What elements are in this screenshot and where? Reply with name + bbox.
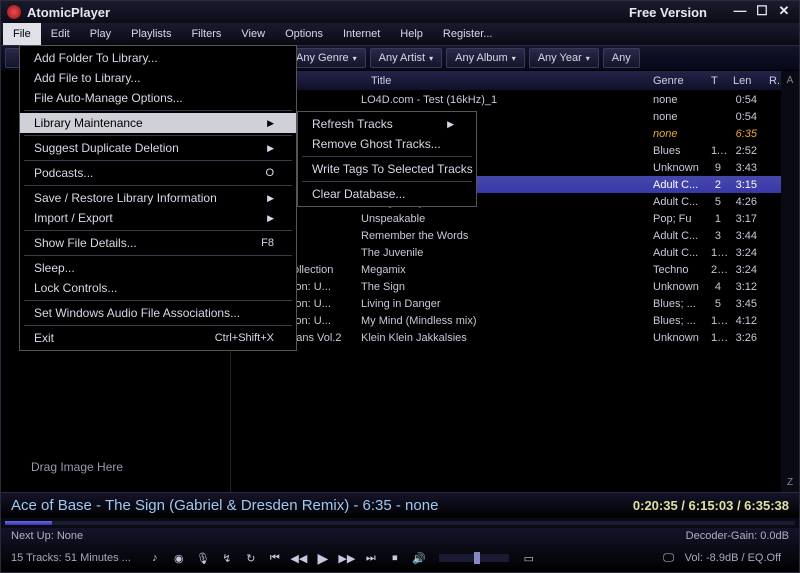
filter-artist[interactable]: Any Artist▾ <box>370 48 442 68</box>
volume-icon[interactable]: 🔊 <box>411 550 427 566</box>
forward-button[interactable]: ▶▶ <box>339 550 355 566</box>
menu-play[interactable]: Play <box>80 23 121 45</box>
player-controls: 15 Tracks: 51 Minutes ... ♪ ◉ 🎙 ↯ ↻ ⏮ ◀◀… <box>1 544 799 572</box>
menubar: File Edit Play Playlists Filters View Op… <box>1 23 799 45</box>
menu-item[interactable]: Clear Database... <box>298 184 476 204</box>
submenu-arrow-icon: ▶ <box>267 118 274 129</box>
menu-edit[interactable]: Edit <box>41 23 80 45</box>
submenu-arrow-icon: ▶ <box>267 143 274 154</box>
menu-item[interactable]: Show File Details...F8 <box>20 233 296 253</box>
note-icon[interactable]: ♪ <box>147 550 163 566</box>
menu-internet[interactable]: Internet <box>333 23 390 45</box>
submenu-arrow-icon: ▶ <box>267 193 274 204</box>
app-title: AtomicPlayer <box>27 5 110 20</box>
submenu-arrow-icon: ▶ <box>267 213 274 224</box>
menu-item[interactable]: Library Maintenance▶ <box>20 113 296 133</box>
close-button[interactable]: ✕ <box>775 5 793 19</box>
menu-item[interactable]: Save / Restore Library Information▶ <box>20 188 296 208</box>
menu-help[interactable]: Help <box>390 23 433 45</box>
menu-options[interactable]: Options <box>275 23 333 45</box>
table-row[interactable]: Trots Afrikaans Vol.2Klein Klein Jakkals… <box>231 329 781 346</box>
alpha-scrollbar[interactable]: A Z <box>781 71 799 492</box>
maximize-button[interactable]: ☐ <box>753 5 771 19</box>
menu-item[interactable]: Podcasts...O <box>20 163 296 183</box>
col-title[interactable]: Title <box>365 75 647 87</box>
table-row[interactable]: Happy Nation: U...Living in DangerBlues;… <box>231 295 781 312</box>
menu-item[interactable]: Lock Controls... <box>20 278 296 298</box>
repeat-icon[interactable]: ↻ <box>243 550 259 566</box>
app-icon <box>7 5 21 19</box>
table-row[interactable]: Happy Nation: U...The SignUnknown43:12 <box>231 278 781 295</box>
col-length[interactable]: Len <box>727 75 763 87</box>
minimize-button[interactable]: — <box>731 5 749 19</box>
mic-icon[interactable]: 🎙 <box>195 550 211 566</box>
menu-item[interactable]: Import / Export▶ <box>20 208 296 228</box>
next-up-label: Next Up: None <box>11 530 83 542</box>
menu-item[interactable]: Set Windows Audio File Associations... <box>20 303 296 323</box>
monitor-icon[interactable]: 🖵 <box>661 550 677 566</box>
alpha-top: A <box>787 75 794 86</box>
menu-playlists[interactable]: Playlists <box>121 23 181 45</box>
decoder-gain-label: Decoder-Gain: 0.0dB <box>686 530 789 542</box>
version-label: Free Version <box>629 5 707 20</box>
titlebar: AtomicPlayer Free Version — ☐ ✕ <box>1 1 799 23</box>
col-genre[interactable]: Genre <box>647 75 705 87</box>
col-track[interactable]: T <box>705 75 727 87</box>
timer-display: 0:20:35 / 6:15:03 / 6:35:38 <box>633 498 789 513</box>
menu-item[interactable]: Remove Ghost Tracks... <box>298 134 476 154</box>
app-window: AtomicPlayer Free Version — ☐ ✕ File Edi… <box>0 0 800 573</box>
stop-button[interactable]: ⏹ <box>387 550 403 566</box>
library-maintenance-submenu: Refresh Tracks▶Remove Ghost Tracks... Wri… <box>297 111 477 207</box>
shuffle-icon[interactable]: ↯ <box>219 550 235 566</box>
table-row[interactable]: Da CapoThe JuvenileAdult C...123:24 <box>231 244 781 261</box>
menu-item[interactable]: Sleep... <box>20 258 296 278</box>
menu-item[interactable]: Add File to Library... <box>20 68 296 88</box>
menu-file[interactable]: File <box>3 23 41 45</box>
menu-item[interactable]: Refresh Tracks▶ <box>298 114 476 134</box>
menu-item[interactable]: Suggest Duplicate Deletion▶ <box>20 138 296 158</box>
table-row[interactable]: LO4D.com - Test (16kHz)_1none0:54 <box>231 91 781 108</box>
table-row[interactable]: Da CapoRemember the WordsAdult C...33:44 <box>231 227 781 244</box>
menu-item[interactable]: ExitCtrl+Shift+X <box>20 328 296 348</box>
play-button[interactable]: ▶ <box>315 550 331 566</box>
next-button[interactable]: ⏭ <box>363 550 379 566</box>
broadcast-icon[interactable]: ◉ <box>171 550 187 566</box>
menu-item[interactable]: File Auto-Manage Options... <box>20 88 296 108</box>
alpha-bot: Z <box>787 477 793 488</box>
now-playing-bar: Ace of Base - The Sign (Gabriel & Dresde… <box>1 492 799 518</box>
rewind-button[interactable]: ◀◀ <box>291 550 307 566</box>
menu-view[interactable]: View <box>231 23 275 45</box>
menu-item[interactable]: Write Tags To Selected Tracks <box>298 159 476 179</box>
menu-item[interactable]: Add Folder To Library... <box>20 48 296 68</box>
table-row[interactable]: De Luxe CollectionMegamixTechno223:24 <box>231 261 781 278</box>
menu-register[interactable]: Register... <box>433 23 503 45</box>
now-playing-text: Ace of Base - The Sign (Gabriel & Dresde… <box>11 497 438 514</box>
volume-status: Vol: -8.9dB / EQ.Off <box>685 552 789 564</box>
volume-slider[interactable] <box>439 554 509 562</box>
prev-button[interactable]: ⏮ <box>267 550 283 566</box>
table-row[interactable]: Happy Nation: U...My Mind (Mindless mix)… <box>231 312 781 329</box>
submenu-arrow-icon: ▶ <box>447 119 454 130</box>
progress-bar[interactable] <box>1 518 799 528</box>
filter-any[interactable]: Any <box>603 48 640 68</box>
file-menu-popup: Add Folder To Library...Add File to Libr… <box>19 45 297 351</box>
filter-album[interactable]: Any Album▾ <box>446 48 525 68</box>
filter-genre[interactable]: Any Genre▾ <box>287 48 366 68</box>
table-header: ▾ Album Title Genre T Len R... <box>231 71 781 91</box>
eq-icon[interactable]: ▭ <box>521 550 537 566</box>
menu-filters[interactable]: Filters <box>181 23 231 45</box>
filter-year[interactable]: Any Year▾ <box>529 48 599 68</box>
bottom-panel: Next Up: None Decoder-Gain: 0.0dB 15 Tra… <box>1 528 799 572</box>
track-count-status: 15 Tracks: 51 Minutes ... <box>11 552 139 564</box>
table-row[interactable]: Da CapoUnspeakablePop; Fu13:17 <box>231 210 781 227</box>
col-rating[interactable]: R... <box>763 75 781 87</box>
